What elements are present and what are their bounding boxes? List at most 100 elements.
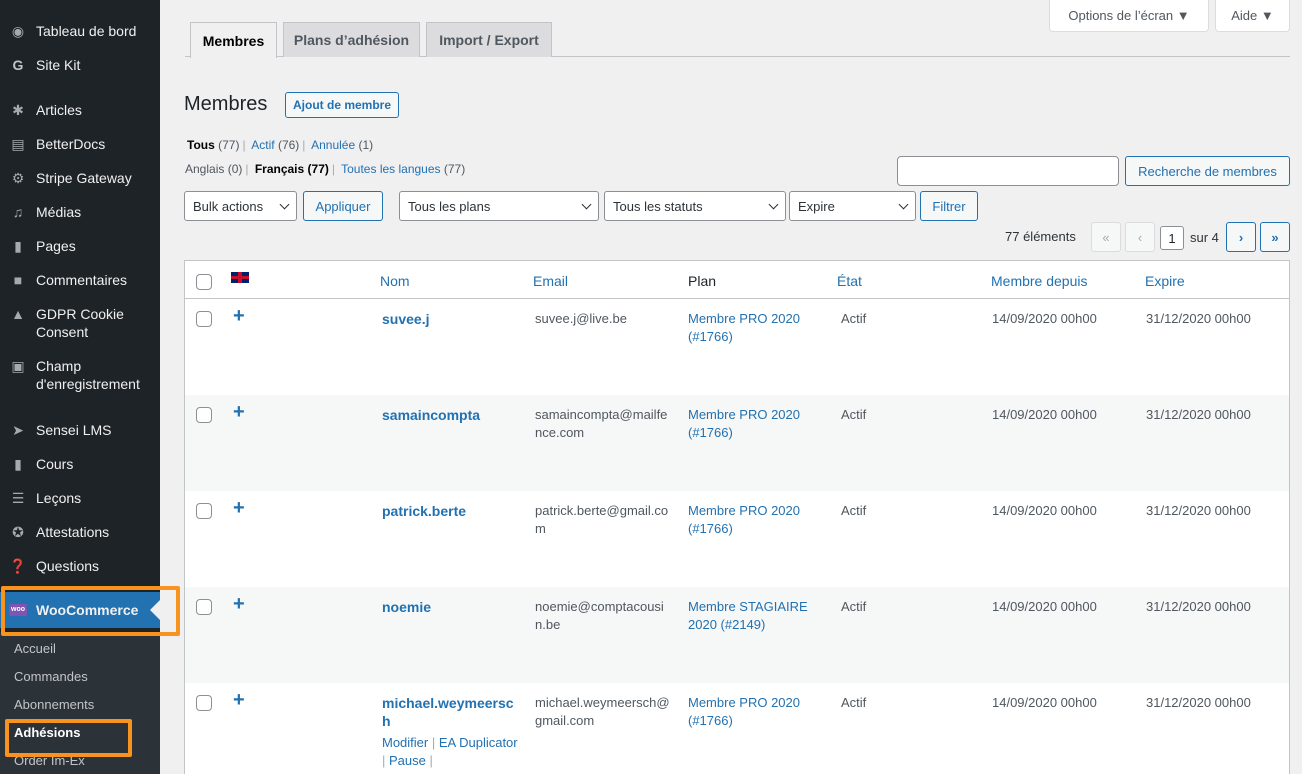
- member-name-link[interactable]: patrick.berte: [382, 502, 522, 520]
- last-page-button[interactable]: »: [1260, 222, 1290, 252]
- column-member-since[interactable]: Membre depuis: [991, 273, 1088, 289]
- pages-icon: ▮: [14, 238, 22, 254]
- pause-link[interactable]: Pause: [389, 753, 426, 768]
- gdpr-label-line1: GDPR Cookie: [36, 306, 124, 322]
- first-page-button[interactable]: «: [1091, 222, 1121, 252]
- champ-label-line2: d'enregistrement: [36, 376, 140, 392]
- menu-item-pages[interactable]: ▮ Pages: [0, 237, 160, 255]
- edit-link[interactable]: Modifier: [382, 735, 428, 750]
- member-plan-link[interactable]: Membre PRO 2020 (#1766): [688, 694, 823, 730]
- column-name[interactable]: Nom: [380, 273, 410, 289]
- member-name-link[interactable]: suvee.j: [382, 310, 522, 328]
- tab-import-export[interactable]: Import / Export: [426, 22, 552, 57]
- submenu-item-commandes[interactable]: Commandes: [14, 669, 88, 684]
- current-page-input[interactable]: 1: [1160, 226, 1184, 250]
- sensei-icon: ➤: [12, 422, 24, 438]
- filter-all[interactable]: Tous: [187, 138, 215, 152]
- select-all-checkbox[interactable]: [196, 274, 212, 290]
- member-name-link[interactable]: samaincompta: [382, 406, 522, 424]
- menu-item-champ[interactable]: ▣ Champ d'enregistrement: [0, 357, 160, 393]
- member-plan-link[interactable]: Membre STAGIAIRE 2020 (#2149): [688, 598, 823, 634]
- search-members-button[interactable]: Recherche de membres: [1125, 156, 1290, 186]
- page-title: Membres: [184, 93, 268, 115]
- member-since: 14/09/2020 00h00: [992, 407, 1097, 422]
- menu-item-comments[interactable]: ■ Commentaires: [0, 271, 160, 289]
- champ-label-line1: Champ: [36, 358, 82, 374]
- apply-button[interactable]: Appliquer: [303, 191, 383, 221]
- row-checkbox[interactable]: [196, 695, 212, 711]
- menu-item-medias[interactable]: ♫ Médias: [0, 203, 160, 221]
- filter-button[interactable]: Filtrer: [920, 191, 978, 221]
- member-state: Actif: [841, 311, 867, 326]
- member-name-link[interactable]: noemie: [382, 598, 522, 616]
- row-checkbox[interactable]: [196, 599, 212, 615]
- submenu-item-order-im-ex[interactable]: Order Im-Ex: [14, 753, 85, 768]
- menu-item-articles[interactable]: ✱ Articles: [0, 101, 160, 119]
- member-email: michael.weymeersch@gmail.com: [535, 695, 670, 728]
- table-row: + samaincompta samaincompta@mailfence.co…: [185, 395, 1289, 491]
- menu-item-site-kit[interactable]: G Site Kit: [0, 56, 160, 74]
- member-since: 14/09/2020 00h00: [992, 311, 1097, 326]
- filter-lang-english[interactable]: Anglais (0): [185, 162, 242, 176]
- add-member-button[interactable]: Ajout de membre: [285, 92, 400, 118]
- expand-row-icon[interactable]: +: [233, 306, 245, 326]
- column-expire[interactable]: Expire: [1145, 273, 1185, 289]
- submenu-item-accueil[interactable]: Accueil: [14, 641, 56, 656]
- expand-row-icon[interactable]: +: [233, 402, 245, 422]
- duplicator-link[interactable]: EA Duplicator: [439, 735, 518, 750]
- member-plan-link[interactable]: Membre PRO 2020 (#1766): [688, 310, 823, 346]
- submenu-item-abonnements[interactable]: Abonnements: [14, 697, 94, 712]
- member-email: patrick.berte@gmail.com: [535, 503, 669, 536]
- column-state[interactable]: État: [837, 273, 862, 289]
- woocommerce-submenu: Accueil Commandes Abonnements Adhésions …: [0, 632, 160, 774]
- submenu-item-adhesions[interactable]: Adhésions: [14, 725, 80, 740]
- filter-active-count: (76): [277, 138, 300, 152]
- next-page-button[interactable]: ›: [1226, 222, 1256, 252]
- member-search-input[interactable]: [897, 156, 1119, 186]
- member-expire: 31/12/2020 00h00: [1146, 695, 1251, 710]
- menu-item-questions[interactable]: ❓ Questions: [0, 557, 160, 575]
- menu-item-lecons[interactable]: ☰ Leçons: [0, 489, 160, 507]
- member-name-link[interactable]: michael.weymeersch: [382, 695, 514, 729]
- tab-membres[interactable]: Membres: [190, 22, 277, 58]
- expand-row-icon[interactable]: +: [233, 690, 245, 710]
- statuses-select-value: Tous les statuts: [613, 198, 703, 214]
- statuses-select[interactable]: Tous les statuts: [604, 191, 786, 221]
- column-email[interactable]: Email: [533, 273, 568, 289]
- row-checkbox[interactable]: [196, 503, 212, 519]
- expire-select[interactable]: Expire: [789, 191, 916, 221]
- menu-item-betterdocs[interactable]: ▤ BetterDocs: [0, 135, 160, 153]
- filter-lang-french[interactable]: Français: [255, 162, 304, 176]
- expand-row-icon[interactable]: +: [233, 594, 245, 614]
- member-plan-link[interactable]: Membre PRO 2020 (#1766): [688, 502, 823, 538]
- member-state: Actif: [841, 503, 867, 518]
- filter-active[interactable]: Actif: [251, 138, 274, 152]
- filter-lang-all[interactable]: Toutes les langues: [341, 162, 440, 176]
- filter-all-count: (77): [218, 138, 240, 152]
- prev-page-button[interactable]: ‹: [1125, 222, 1155, 252]
- member-state: Actif: [841, 695, 867, 710]
- member-plan-link[interactable]: Membre PRO 2020 (#1766): [688, 406, 823, 442]
- bulk-actions-select[interactable]: Bulk actions: [184, 191, 297, 221]
- menu-item-attestations[interactable]: ✪ Attestations: [0, 523, 160, 541]
- filter-cancelled[interactable]: Annulée: [311, 138, 355, 152]
- member-expire: 31/12/2020 00h00: [1146, 503, 1251, 518]
- tab-bar: Membres Plans d’adhésion Import / Export: [185, 22, 1290, 58]
- menu-item-stripe-gateway[interactable]: ⚙ Stripe Gateway: [0, 169, 160, 187]
- menu-item-dashboard[interactable]: ◉ Tableau de bord: [0, 22, 160, 40]
- menu-item-sensei[interactable]: ➤ Sensei LMS: [0, 421, 160, 439]
- table-row: + michael.weymeersch Modifier | EA Dupli…: [185, 683, 1289, 774]
- menu-item-cours[interactable]: ▮ Cours: [0, 455, 160, 473]
- member-since: 14/09/2020 00h00: [992, 695, 1097, 710]
- book-icon: ▮: [14, 456, 22, 472]
- row-checkbox[interactable]: [196, 311, 212, 327]
- expand-row-icon[interactable]: +: [233, 498, 245, 518]
- separator: |: [242, 138, 246, 152]
- row-checkbox[interactable]: [196, 407, 212, 423]
- menu-item-gdpr-cookie[interactable]: ▲ GDPR Cookie Consent: [0, 305, 160, 341]
- separator: |: [428, 735, 439, 750]
- plans-select[interactable]: Tous les plans: [399, 191, 599, 221]
- docs-icon: ▤: [11, 136, 25, 152]
- tab-plans-adhesion[interactable]: Plans d’adhésion: [283, 22, 420, 57]
- menu-item-woocommerce[interactable]: woo WooCommerce: [0, 592, 160, 628]
